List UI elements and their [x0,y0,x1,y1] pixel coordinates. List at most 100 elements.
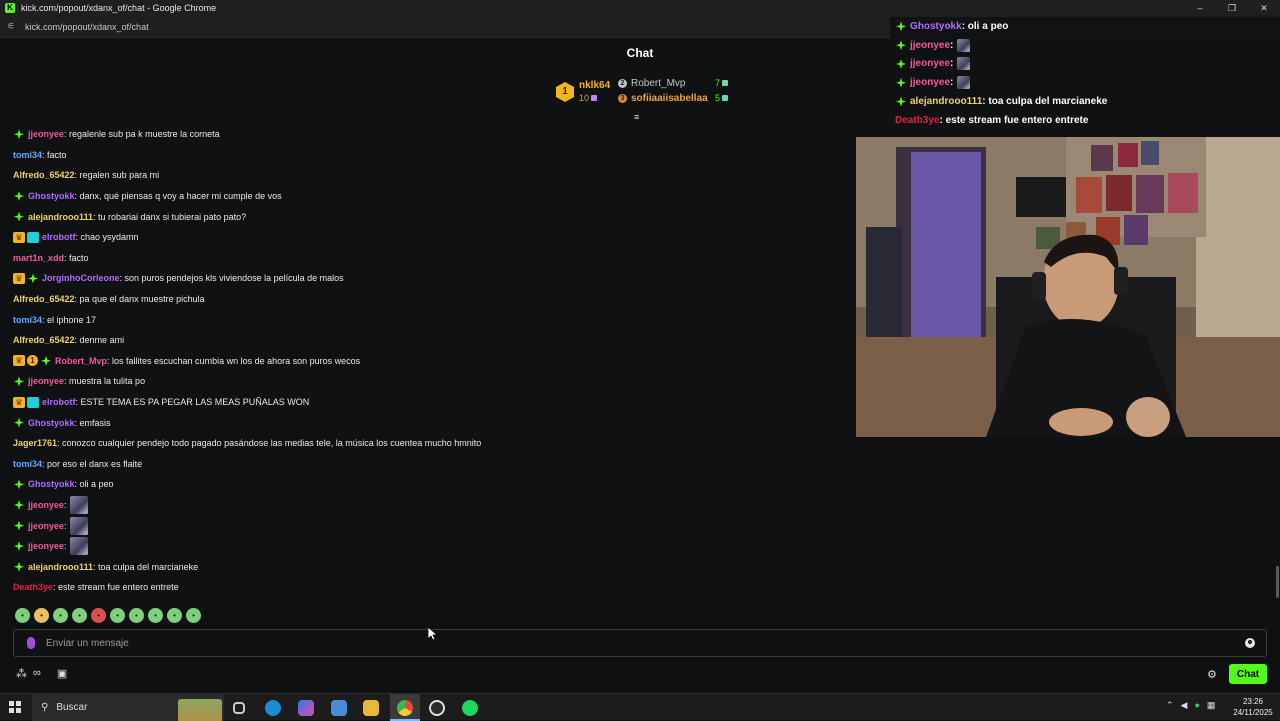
chat-input-container[interactable]: ☻ [13,629,1267,657]
chat-username[interactable]: Alfredo_65422 [13,294,75,304]
overlay-username: jjeonyee [910,58,951,70]
chat-username[interactable]: jjeonyee [28,541,64,551]
store-app-icon[interactable] [331,700,347,716]
chat-message: Death3ye: este stream fue entero entrete [13,577,853,598]
edge-browser-icon[interactable] [265,700,281,716]
chat-username[interactable]: elrobotf [42,397,76,407]
chat-message: ♛ elrobotf: ESTE TEMA ES PA PEGAR LAS MEA… [13,392,853,413]
crown-badge-icon: ♛ [13,396,25,408]
leaderboard-entry-3[interactable]: 3 sofiiaaiisabellaa 5 [618,91,728,105]
quick-emote-icon[interactable]: • [129,608,144,623]
gift-leaderboard[interactable]: 1 nklk64 10 2 Robert_Mvp 7 3 sofiiaaiisa… [556,76,728,108]
chat-username[interactable]: alejandrooo111 [28,212,93,222]
chat-username[interactable]: Jager1761 [13,438,57,448]
whatsapp-tray-icon[interactable]: ● [1194,700,1199,711]
chat-scrollbar[interactable] [1276,566,1279,598]
subscriber-badge-icon [14,499,24,510]
quick-emote-icon[interactable]: • [110,608,125,623]
emote-tools-icon[interactable]: ⁂ [16,667,27,680]
crown-badge-icon: ♛ [13,355,25,367]
chat-emote-image [69,495,88,514]
overlay-message-text: : oli a peo [961,20,1009,32]
chrome-icon[interactable] [397,700,413,716]
copilot-icon[interactable] [298,700,314,716]
chat-message-input[interactable] [46,637,1245,649]
quick-emote-icon[interactable]: • [34,608,49,623]
quick-emote-icon[interactable]: • [53,608,68,623]
chat-message: Ghostyokk: emfasis [13,412,853,433]
send-chat-button[interactable]: Chat [1229,664,1267,684]
chat-message-text: : emfasis [74,417,111,428]
overlay-chat-message: Ghostyokk: oli a peo [890,17,1280,36]
emoji-picker-icon[interactable]: ☻ [1245,638,1255,648]
taskbar-clock[interactable]: 23:26 24/11/2025 [1230,696,1276,718]
subscriber-badge-icon [14,479,24,490]
windows-start-icon[interactable] [9,701,21,713]
volume-icon[interactable]: ◀ [1181,700,1188,711]
chat-username[interactable]: Alfredo_65422 [13,335,75,345]
chat-username[interactable]: jjeonyee [28,521,64,531]
microphone-icon[interactable] [27,637,35,649]
chat-message: ♛ 1 Robert_Mvp: los fallites escuchan cumb… [13,351,853,372]
chat-username[interactable]: tomi34 [13,459,42,469]
quick-emote-icon[interactable]: • [167,608,182,623]
chat-username[interactable]: Alfredo_65422 [13,170,75,180]
url-text[interactable]: kick.com/popout/xdanx_of/chat [25,22,149,32]
quick-emote-icon[interactable]: • [148,608,163,623]
quick-emote-icon[interactable]: • [186,608,201,623]
chat-settings-gear-icon[interactable]: ⚙ [1207,668,1217,681]
overlay-chat-message: alejandrooo111: toa culpa del marcianeke [890,92,1280,111]
obs-icon[interactable] [429,700,445,716]
restore-button[interactable]: ❐ [1216,0,1248,16]
expand-leaderboard-icon[interactable]: ≡ [634,112,639,122]
chat-username[interactable]: Robert_Mvp [55,356,107,366]
quick-emote-icon[interactable]: • [15,608,30,623]
chat-overlay-window: Ghostyokk: oli a peo jjeonyee : jjeonyee :… [890,17,1280,131]
subscriber-badge-icon [896,40,906,51]
crown-badge-icon: ♛ [13,231,25,243]
infinity-icon[interactable]: ∞ [33,667,41,680]
rank-two-icon: 2 [618,78,627,88]
chat-username[interactable]: tomi34 [13,150,42,160]
tray-chevron-icon[interactable]: ⌃ [1166,700,1174,711]
chat-bottom-bar: ⁂ ∞ ▣ ⚙ Chat [0,663,1280,687]
chat-message-text: : [64,499,67,510]
chat-message: jjeonyee: regalenle sub pa k muestre la … [13,124,853,145]
network-icon[interactable]: ▦ [1207,700,1216,711]
file-explorer-icon[interactable] [363,700,379,716]
overlay-username: Ghostyokk [910,20,962,32]
leaderboard-entry-2[interactable]: 2 Robert_Mvp 7 [618,76,728,90]
chat-username[interactable]: elrobotf [42,232,76,242]
chat-message-text: : por eso el danx es flaite [42,458,143,469]
chat-username[interactable]: Ghostyokk [28,418,75,428]
chat-username[interactable]: JorginhoCorleone [42,273,120,283]
chat-username[interactable]: Death3ye [13,582,53,592]
close-button[interactable]: ✕ [1248,0,1280,16]
minimize-button[interactable]: – [1184,0,1216,16]
chat-username[interactable]: jjeonyee [28,129,64,139]
quick-emote-bar: • • • • • • • • • • [15,608,201,623]
chat-message: ♛ JorginhoCorleone: son puros pendejos kl… [13,268,853,289]
subscriber-badge-icon [14,520,24,531]
task-view-icon[interactable] [233,702,245,714]
chat-message: mart1n_xdd: facto [13,248,853,269]
chat-username[interactable]: alejandrooo111 [28,562,93,572]
quick-emote-icon[interactable]: • [72,608,87,623]
chat-tools: ⁂ ∞ ▣ [16,667,67,680]
spotify-icon[interactable] [462,700,478,716]
site-info-icon[interactable]: ⚟ [7,21,19,32]
chat-username[interactable]: mart1n_xdd [13,253,64,263]
webcam-scene-image [856,137,1280,437]
leaderboard-top-entry[interactable]: 1 nklk64 10 [556,80,612,108]
chat-username[interactable]: jjeonyee [28,376,64,386]
chat-username[interactable]: Ghostyokk [28,191,75,201]
chat-username[interactable]: tomi34 [13,315,42,325]
store-icon[interactable]: ▣ [57,667,67,680]
taskbar-search[interactable]: ⚲ Buscar [32,694,224,721]
overlay-message-text: : toa culpa del marcianeke [982,96,1108,108]
chat-username[interactable]: Ghostyokk [28,479,75,489]
quick-emote-icon[interactable]: • [91,608,106,623]
chat-message-text: : pa que el danx muestre pichula [74,294,205,305]
chat-username[interactable]: jjeonyee [28,500,64,510]
chat-message: Alfredo_65422: denme ami [13,330,853,351]
